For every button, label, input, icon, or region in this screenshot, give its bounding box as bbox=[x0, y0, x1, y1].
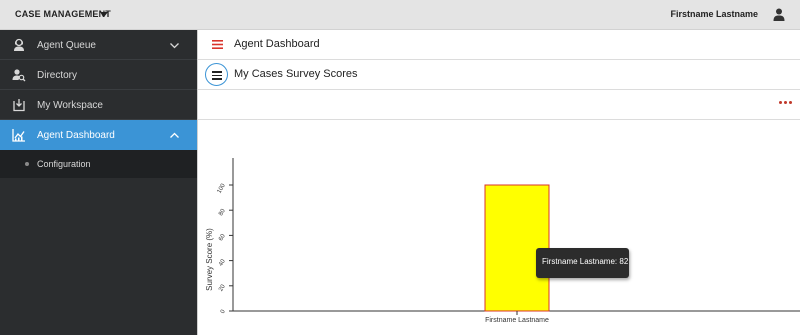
panel-title: My Cases Survey Scores bbox=[234, 68, 358, 80]
sidebar-item-label: Directory bbox=[37, 70, 78, 81]
panel-header: My Cases Survey Scores bbox=[198, 60, 800, 90]
sidebar-subitem-label: Configuration bbox=[37, 159, 91, 169]
menu-line bbox=[212, 78, 222, 80]
panel-toolbar bbox=[198, 90, 800, 120]
y-tick-label: 0 bbox=[220, 308, 227, 314]
sidebar-item-label: Agent Dashboard bbox=[37, 130, 115, 141]
more-options-icon[interactable] bbox=[779, 101, 793, 105]
sidebar-item-agent-queue[interactable]: Agent Queue bbox=[0, 30, 197, 60]
chart-tooltip: Firstname Lastname: 82 bbox=[536, 248, 629, 278]
agent-queue-icon bbox=[14, 38, 24, 51]
y-tick-label: 80 bbox=[218, 208, 227, 217]
sidebar-subitem-configuration[interactable]: Configuration bbox=[0, 150, 197, 178]
sidebar-item-label: My Workspace bbox=[37, 100, 103, 111]
panel-menu-button[interactable] bbox=[205, 63, 228, 86]
menu-line bbox=[212, 74, 222, 76]
sidebar-item-my-workspace[interactable]: My Workspace bbox=[0, 90, 197, 120]
y-tick-label: 100 bbox=[217, 182, 228, 194]
top-bar: CASE MANAGEMENT Firstname Lastname bbox=[0, 0, 800, 30]
sidebar-item-label: Agent Queue bbox=[37, 40, 96, 51]
main-content: Agent Dashboard My Cases Survey Scores 0… bbox=[197, 30, 800, 335]
bullet-icon bbox=[25, 162, 29, 166]
directory-icon bbox=[12, 69, 26, 82]
user-name[interactable]: Firstname Lastname bbox=[670, 9, 758, 19]
user-icon[interactable] bbox=[773, 8, 785, 21]
survey-score-chart: 0 20 40 60 80 100 Survey Score (%) Firstname La… bbox=[205, 158, 800, 324]
hamburger-icon[interactable] bbox=[212, 40, 223, 49]
chevron-down-icon bbox=[170, 43, 179, 49]
sidebar-item-directory[interactable]: Directory bbox=[0, 60, 197, 90]
y-axis-title: Survey Score (%) bbox=[205, 228, 214, 291]
workspace-icon bbox=[13, 99, 25, 112]
menu-line bbox=[212, 71, 222, 73]
chevron-up-icon bbox=[170, 132, 179, 138]
app-title[interactable]: CASE MANAGEMENT bbox=[15, 9, 111, 19]
y-tick-label: 60 bbox=[218, 233, 227, 242]
y-tick-label: 20 bbox=[218, 283, 227, 292]
page-title: Agent Dashboard bbox=[234, 38, 320, 50]
page-header: Agent Dashboard bbox=[198, 30, 800, 60]
sidebar: Agent Queue Directory My Workspace Agent… bbox=[0, 30, 197, 335]
caret-down-icon[interactable] bbox=[100, 12, 108, 17]
sidebar-item-agent-dashboard[interactable]: Agent Dashboard bbox=[0, 120, 197, 150]
y-tick-label: 40 bbox=[218, 258, 227, 267]
dashboard-icon bbox=[12, 129, 25, 142]
x-tick-label: Firstname Lastname bbox=[485, 317, 549, 324]
